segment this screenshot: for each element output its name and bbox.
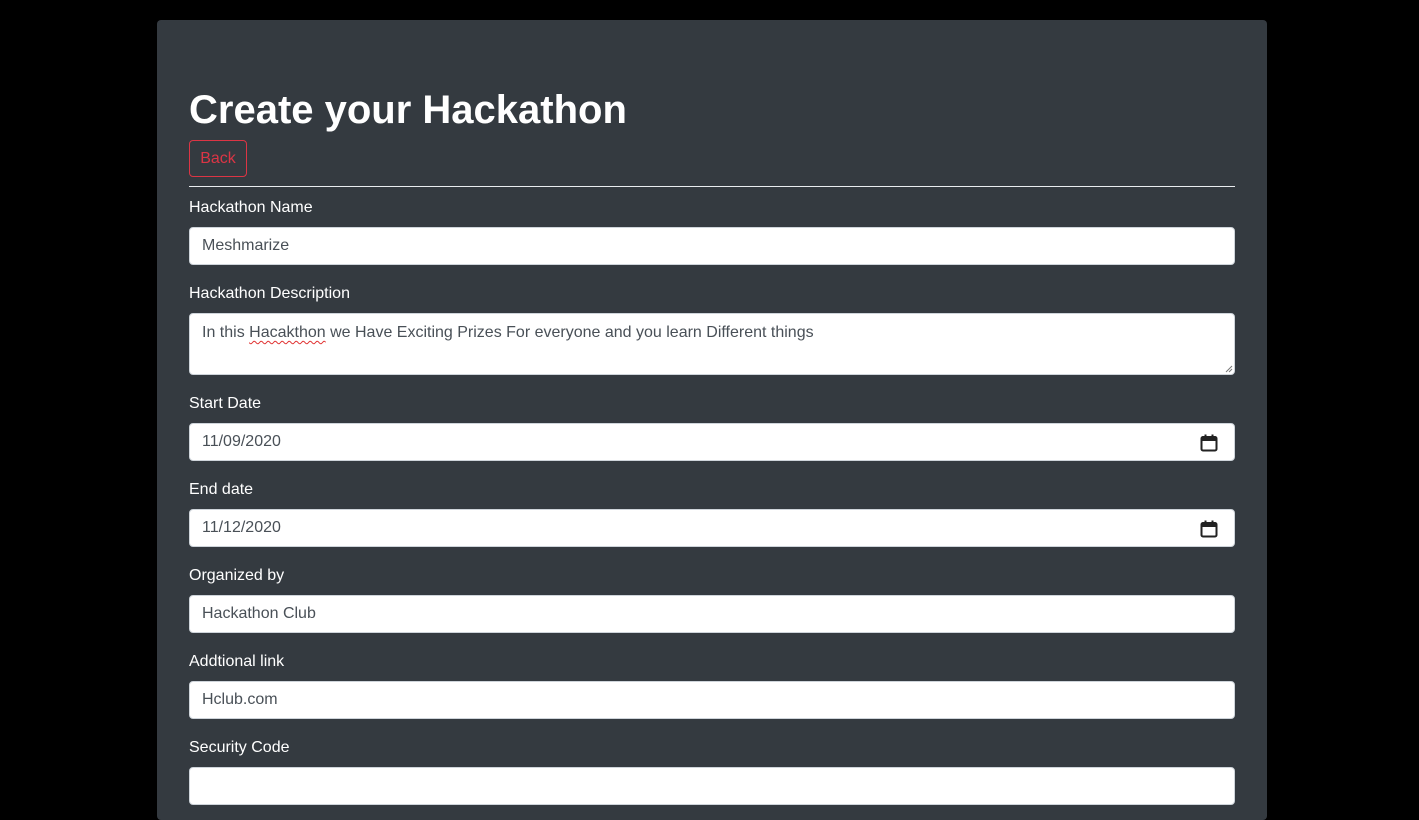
divider	[189, 186, 1235, 187]
hackathon-name-value: Meshmarize	[202, 237, 290, 254]
end-date-value: 11/12/2020	[202, 519, 281, 536]
end-date-label: End date	[189, 481, 254, 498]
calendar-icon[interactable]	[1200, 434, 1218, 452]
organized-by-value: Hackathon Club	[202, 605, 316, 622]
organized-by-label: Organized by	[189, 567, 285, 584]
resize-grip-icon[interactable]	[1225, 365, 1233, 373]
end-date-input[interactable]: 11/12/2020	[189, 509, 1235, 547]
hackathon-description-label: Hackathon Description	[189, 285, 350, 302]
hackathon-name-input[interactable]: Meshmarize	[189, 227, 1235, 265]
calendar-icon[interactable]	[1200, 520, 1218, 538]
additional-link-value: Hclub.com	[202, 691, 278, 708]
additional-link-input[interactable]: Hclub.com	[189, 681, 1235, 719]
back-button[interactable]: Back	[189, 140, 247, 177]
start-date-input[interactable]: 11/09/2020	[189, 423, 1235, 461]
hackathon-description-textarea[interactable]: In this Hacakthon we Have Exciting Prize…	[189, 313, 1235, 375]
description-text-end: we Have Exciting Prizes For everyone and…	[325, 324, 814, 341]
start-date-value: 11/09/2020	[202, 433, 281, 450]
description-misspelled-word: Hacakthon	[249, 324, 326, 341]
description-text-start: In this	[202, 324, 250, 341]
additional-link-label: Addtional link	[189, 653, 285, 670]
hackathon-name-label: Hackathon Name	[189, 199, 313, 216]
start-date-label: Start Date	[189, 395, 262, 412]
security-code-input[interactable]	[189, 767, 1235, 805]
create-hackathon-panel: Create your Hackathon Back Hackathon Nam…	[157, 20, 1267, 820]
organized-by-input[interactable]: Hackathon Club	[189, 595, 1235, 633]
security-code-label: Security Code	[189, 739, 290, 756]
page-title: Create your Hackathon	[189, 88, 627, 132]
